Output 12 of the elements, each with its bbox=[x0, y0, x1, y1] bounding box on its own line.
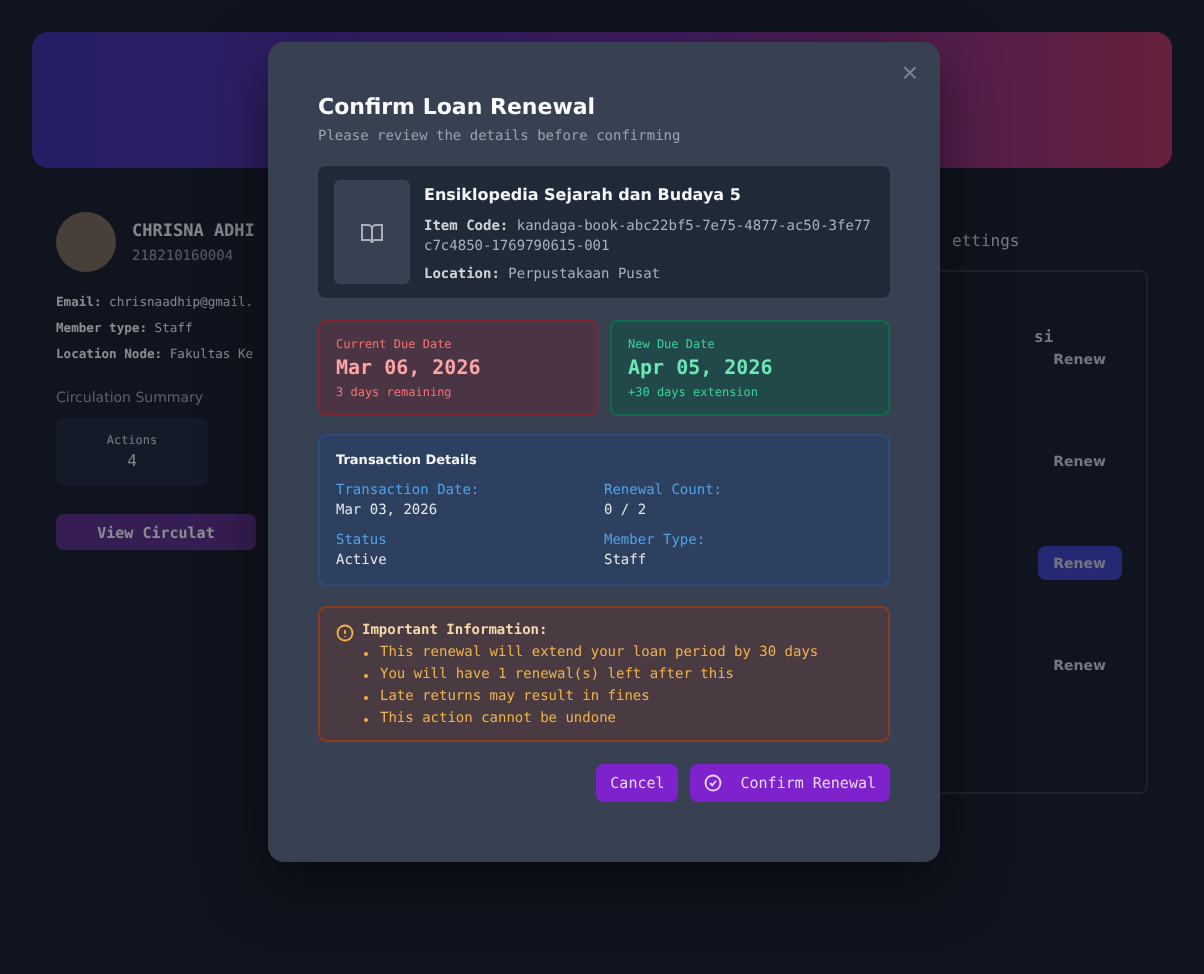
close-button[interactable]: × bbox=[897, 58, 922, 86]
date-value: Mar 06, 2026 bbox=[336, 358, 483, 381]
dialog-title: Confirm Loan Renewal bbox=[318, 94, 598, 120]
date-value: Apr 05, 2026 bbox=[628, 358, 775, 381]
book-icon bbox=[360, 221, 384, 243]
book-title: Ensiklopedia Sejarah dan Budaya 5 bbox=[424, 186, 743, 204]
stat-value: 4 bbox=[127, 452, 137, 470]
member-name: CHRISNA ADHI bbox=[132, 221, 255, 241]
check-circle-icon bbox=[704, 774, 723, 793]
avatar bbox=[56, 212, 116, 272]
info-icon bbox=[336, 624, 354, 643]
item-title: si bbox=[1034, 328, 1054, 346]
